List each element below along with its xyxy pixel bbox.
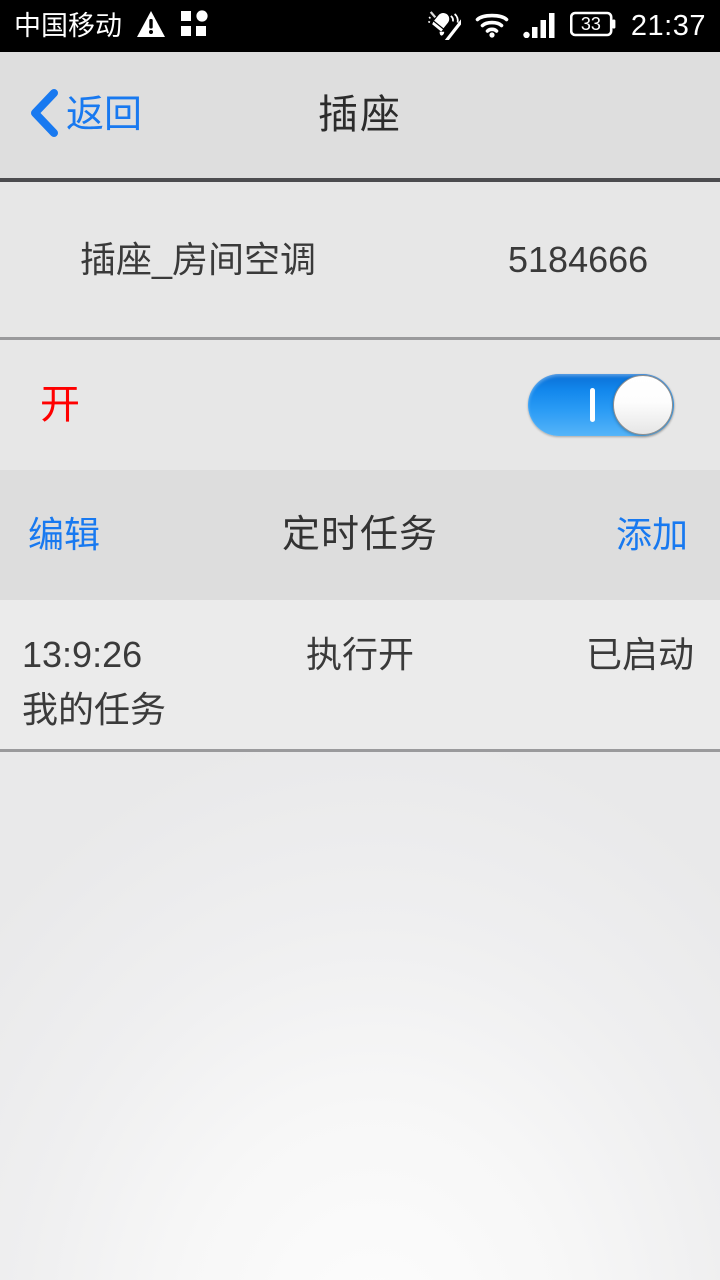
task-section-title: 定时任务 [281,514,438,556]
device-id-label: 5184666 [508,239,649,280]
chevron-left-icon [26,88,62,143]
nav-bar-divider [0,178,720,182]
power-toggle-switch[interactable] [528,374,674,436]
task-row-primary-line: 13:9:26 执行开 已启动 [0,634,720,676]
battery-icon: 33 [569,10,616,43]
status-bar-right-group: 33 21:37 [427,8,706,45]
task-row-divider [0,749,720,752]
wifi-icon [474,10,510,43]
back-button-label: 返回 [66,94,143,136]
device-name-label: 插座_房间空调 [80,239,317,280]
toggle-on-mark-icon [590,388,595,422]
task-toolbar: 定时任务 编辑 添加 [0,470,720,600]
power-state-label: 开 [40,383,80,427]
device-row-divider [0,337,720,340]
status-bar-left-group: 中国移动 [14,9,208,43]
back-button[interactable]: 返回 [26,52,142,178]
app-grid-icon [180,9,208,43]
navigation-bar: 插座 返回 [0,52,720,178]
task-name-label: 我的任务 [22,689,167,730]
phone-screen: 中国移动 33 21:37 插座 返回 插座_房间空调 5184666 开 定时… [0,0,720,1280]
warning-triangle-icon [136,10,166,43]
carrier-label: 中国移动 [14,10,122,41]
battery-level-label: 33 [580,13,601,34]
cellular-signal-icon [523,10,557,43]
task-list: 13:9:26 执行开 已启动 我的任务 [0,600,720,752]
toggle-knob[interactable] [613,375,673,435]
bell-muted-icon [427,8,465,45]
edit-button[interactable]: 编辑 [28,517,100,553]
device-info-row[interactable]: 插座_房间空调 5184666 [0,182,720,338]
add-task-button[interactable]: 添加 [616,517,688,553]
task-row[interactable]: 13:9:26 执行开 已启动 我的任务 [0,600,720,752]
status-bar: 中国移动 33 21:37 [0,0,720,52]
clock-label: 21:37 [630,9,706,42]
task-status-label: 已启动 [585,634,694,675]
